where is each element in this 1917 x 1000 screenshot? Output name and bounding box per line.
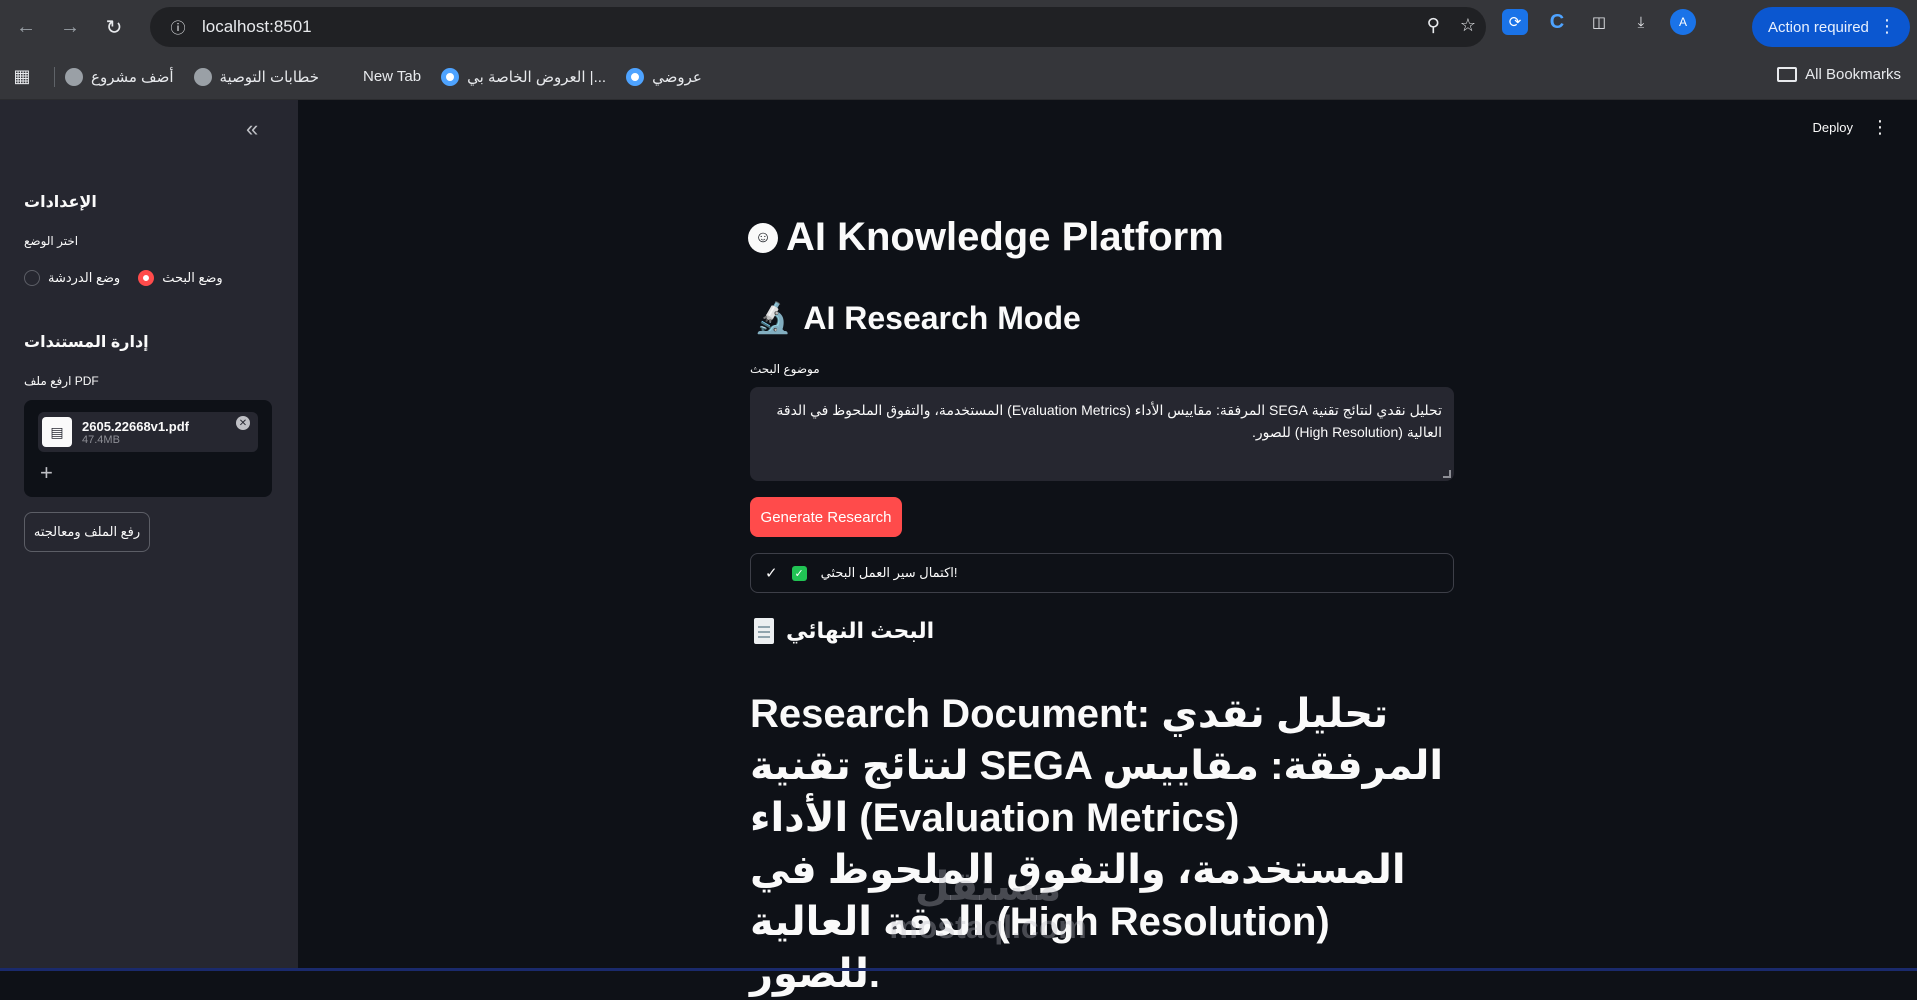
- radio-chat-mode[interactable]: وضع الدردشة: [24, 270, 120, 286]
- bookmark-item[interactable]: عروضي: [626, 67, 702, 86]
- final-heading-text: البحث النهائي: [786, 618, 935, 643]
- page-title: ☺ AI Knowledge Platform: [748, 215, 1224, 260]
- bookmark-label: خطابات التوصية: [219, 68, 320, 86]
- all-bookmarks[interactable]: All Bookmarks: [1777, 66, 1901, 83]
- bookmark-item[interactable]: New Tab: [339, 68, 421, 85]
- radio-label: وضع الدردشة: [48, 270, 121, 285]
- topic-textarea[interactable]: تحليل نقدي لنتائج تقنية SEGA المرفقة: مق…: [750, 387, 1454, 481]
- bookmark-star-icon[interactable]: ☆: [1460, 15, 1476, 36]
- profile-avatar[interactable]: A: [1670, 9, 1696, 35]
- bookmark-label: عروضي: [652, 68, 702, 86]
- robot-icon: ☺: [748, 222, 778, 253]
- radio-dot[interactable]: [24, 270, 40, 286]
- deploy-button[interactable]: Deploy: [1813, 120, 1853, 135]
- uploaded-file: ▤ 2605.22668v1.pdf 47.4MB ✕: [38, 412, 258, 452]
- main-menu-icon[interactable]: ⋮: [1871, 117, 1889, 138]
- docs-heading: إدارة المستندات: [24, 334, 149, 351]
- bookmark-label: New Tab: [363, 68, 422, 85]
- mode-radio-group: وضع الدردشة وضع البحث: [24, 270, 223, 286]
- watermark-arabic: مستقل: [914, 865, 1062, 909]
- file-doc-icon: ▤: [42, 417, 72, 447]
- generate-research-button[interactable]: Generate Research: [750, 497, 902, 537]
- microscope-icon: 🔬: [754, 302, 792, 335]
- bookmark-item[interactable]: العروض الخاصة بي |...: [441, 67, 607, 86]
- mode-label: اختر الوضع: [24, 234, 79, 248]
- globe-icon: [65, 67, 83, 86]
- bookmarks-bar: ▦ أضف مشروع خطابات التوصية New Tab العرو…: [0, 54, 1917, 100]
- forward-icon[interactable]: →: [52, 9, 88, 45]
- watermark: مستقل mostaql.com: [838, 865, 1138, 955]
- status-text: اكتمال سير العمل البحثي!: [820, 565, 958, 580]
- process-file-button[interactable]: رفع الملف ومعالجته: [24, 512, 150, 552]
- url-text[interactable]: localhost:8501: [202, 17, 312, 37]
- extensions-puzzle-icon[interactable]: ◫: [1586, 9, 1612, 35]
- blank-page-icon: [339, 69, 355, 85]
- apps-grid-icon[interactable]: ▦: [0, 66, 44, 87]
- watermark-latin: mostaql.com: [889, 909, 1087, 945]
- bookmarks-divider: [54, 66, 55, 87]
- resize-handle[interactable]: [1443, 470, 1451, 478]
- status-expander[interactable]: ✓ ✓ اكتمال سير العمل البحثي!: [750, 553, 1454, 593]
- final-research-heading: البحث النهائي: [754, 618, 934, 644]
- bookmark-item[interactable]: خطابات التوصية: [193, 67, 320, 86]
- add-file-icon[interactable]: +: [40, 460, 53, 486]
- back-icon[interactable]: ←: [8, 9, 44, 45]
- remove-file-icon[interactable]: ✕: [236, 416, 250, 430]
- settings-heading: الإعدادات: [24, 194, 97, 211]
- folder-icon: [1777, 67, 1798, 82]
- globe-icon: [193, 67, 212, 86]
- extension-sync-icon[interactable]: ⟳: [1502, 9, 1528, 35]
- address-bar[interactable]: ⓘ localhost:8501 ⚲ ☆: [150, 7, 1486, 47]
- topic-text: تحليل نقدي لنتائج تقنية SEGA المرفقة: مق…: [776, 402, 1442, 440]
- green-check-icon: ✓: [791, 565, 807, 581]
- sidebar: « الإعدادات اختر الوضع وضع الدردشة وضع ا…: [0, 100, 298, 971]
- check-icon: ✓: [765, 565, 778, 582]
- subtitle-text: AI Research Mode: [803, 300, 1081, 336]
- section-subtitle: 🔬 AI Research Mode: [754, 300, 1081, 337]
- file-name: 2605.22668v1.pdf: [82, 418, 189, 434]
- upload-label: ارفع ملف PDF: [24, 374, 99, 388]
- file-uploader[interactable]: ▤ 2605.22668v1.pdf 47.4MB ✕ +: [24, 400, 272, 497]
- main-content: Deploy ⋮ ☺ AI Knowledge Platform 🔬 AI Re…: [298, 100, 1917, 996]
- action-required-button[interactable]: Action required ⋮: [1752, 7, 1910, 47]
- menu-dots-icon[interactable]: ⋮: [1878, 16, 1896, 37]
- bookmark-item[interactable]: أضف مشروع: [65, 67, 174, 86]
- download-icon[interactable]: ⤓: [1628, 9, 1654, 35]
- zoom-icon[interactable]: ⚲: [1427, 15, 1440, 36]
- collapse-sidebar-icon[interactable]: «: [246, 116, 258, 142]
- document-icon: [754, 618, 774, 644]
- site-ring-icon: [441, 67, 460, 86]
- extension-c-icon[interactable]: C: [1544, 9, 1570, 35]
- radio-dot-selected[interactable]: [138, 270, 155, 286]
- browser-toolbar: ← → ↻ ⓘ localhost:8501 ⚲ ☆ ⟳ C ◫ ⤓ A Act…: [0, 0, 1917, 54]
- file-size: 47.4MB: [82, 433, 120, 446]
- bookmark-label: العروض الخاصة بي |...: [467, 68, 607, 86]
- bookmark-label: أضف مشروع: [91, 68, 174, 86]
- reload-icon[interactable]: ↻: [96, 9, 132, 45]
- radio-label: وضع البحث: [162, 270, 223, 285]
- radio-research-mode[interactable]: وضع البحث: [138, 270, 223, 286]
- action-required-label: Action required: [1768, 18, 1869, 36]
- page-title-text: AI Knowledge Platform: [786, 215, 1224, 259]
- topic-label: موضوع البحث: [750, 362, 820, 376]
- site-ring-icon: [626, 67, 645, 86]
- all-bookmarks-label: All Bookmarks: [1805, 66, 1901, 83]
- site-info-icon[interactable]: ⓘ: [158, 17, 198, 38]
